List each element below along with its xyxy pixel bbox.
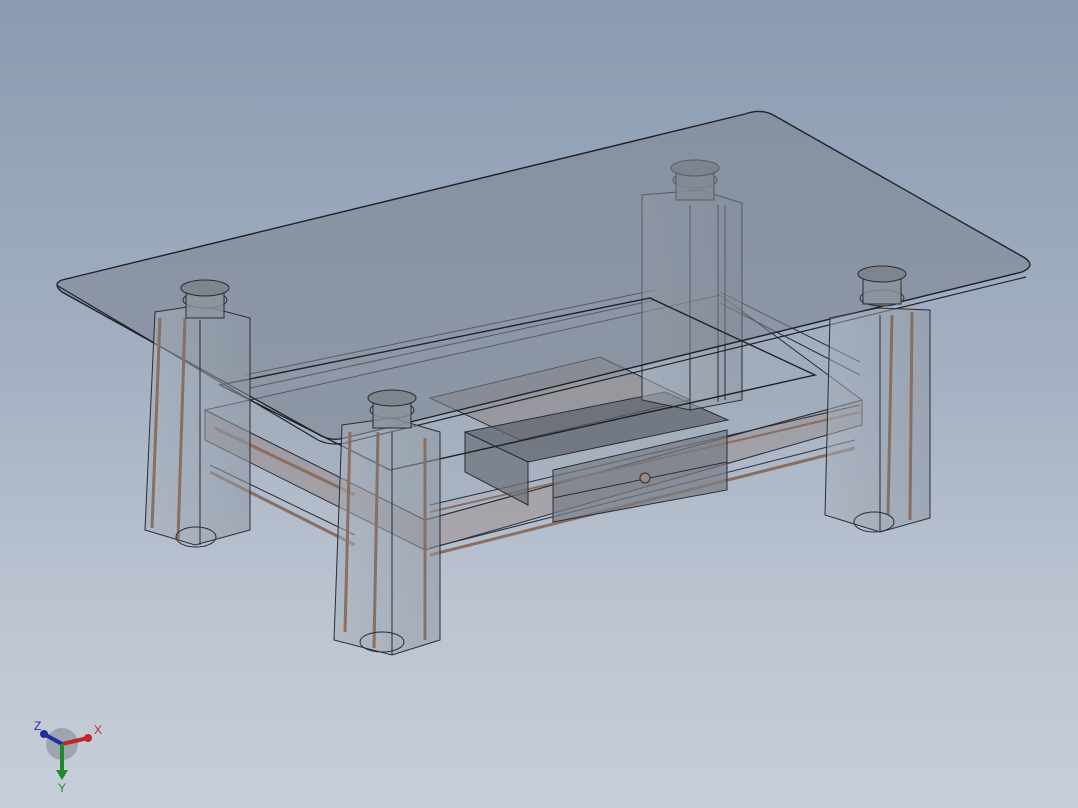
- triad-x-label: X: [94, 723, 102, 737]
- leg-back-left: [144, 279, 251, 548]
- coffee-table-model[interactable]: [0, 0, 1078, 808]
- orientation-triad[interactable]: X Z Y: [22, 708, 112, 798]
- 3d-viewport[interactable]: [0, 0, 1078, 808]
- leg-front-left: [333, 389, 441, 656]
- triad-y-label: Y: [58, 781, 66, 795]
- triad-y-arrow: [56, 770, 68, 780]
- drawer-knob: [639, 472, 651, 484]
- triad-z-label: Z: [34, 719, 41, 733]
- triad-x-end: [84, 734, 92, 742]
